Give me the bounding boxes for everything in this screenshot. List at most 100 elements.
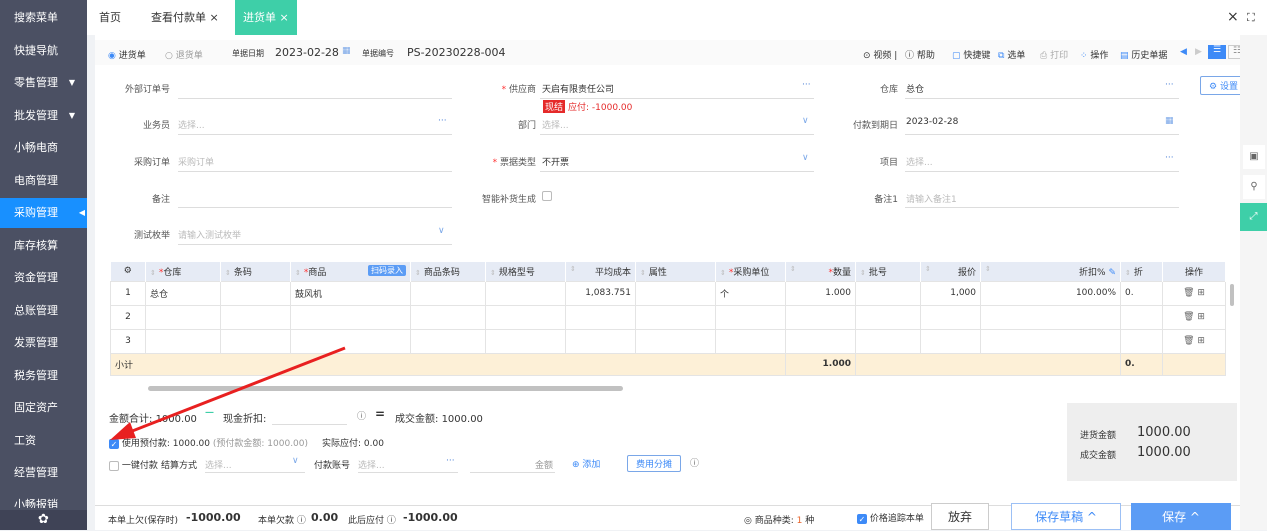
cell-batch[interactable] <box>855 280 921 306</box>
video-button[interactable]: ⊙ 视频 | <box>863 48 897 61</box>
cell-discount-amt[interactable]: 0. <box>1120 280 1163 306</box>
col-spec[interactable]: ⇕ 规格型号 <box>485 262 566 281</box>
cell-attribute[interactable] <box>635 280 716 306</box>
checkbox-checked-icon[interactable]: ✓ <box>857 513 867 524</box>
dept-input[interactable]: 选择... <box>542 118 569 131</box>
clerk-input[interactable]: 选择... <box>178 118 205 131</box>
vertical-scrollbar[interactable] <box>1230 284 1234 306</box>
cell-qty[interactable]: 1.000 <box>785 280 856 306</box>
col-avg-cost[interactable]: ⇕ 平均成本 <box>565 262 636 281</box>
ext-order-input[interactable] <box>178 98 452 99</box>
print-button[interactable]: ⎙ 打印 <box>1040 48 1068 61</box>
sidebar-item-purchase[interactable]: 采购管理 ◀ <box>0 198 87 228</box>
note1-input[interactable]: 请输入备注1 <box>906 192 957 205</box>
warehouse-input[interactable]: 总仓 <box>906 82 924 95</box>
smart-restock-checkbox[interactable] <box>542 191 552 201</box>
tab-home[interactable]: 首页 <box>99 0 121 35</box>
col-warehouse[interactable]: ⇕ *仓库 <box>145 262 221 281</box>
price-track[interactable]: ✓ 价格追踪本单 <box>857 511 924 524</box>
amount-input[interactable]: 金额 <box>535 458 553 471</box>
col-unit[interactable]: ⇕ *采购单位 <box>715 262 786 281</box>
save-button[interactable]: 保存 ^ <box>1131 503 1231 530</box>
sidebar-item-search-menu[interactable]: 搜索菜单 <box>0 3 87 33</box>
insert-row-icon[interactable]: ⊞ <box>1197 336 1205 346</box>
more-icon[interactable]: ··· <box>1165 80 1174 90</box>
prev-icon[interactable]: ◀ <box>1180 47 1187 57</box>
project-input[interactable]: 选择... <box>906 155 933 168</box>
col-attribute[interactable]: ⇕ 属性 <box>635 262 716 281</box>
sidebar-item-inventory[interactable]: 库存核算 <box>0 231 87 261</box>
cost-split-button[interactable]: 费用分摊 <box>627 455 682 472</box>
date-value[interactable]: 2023-02-28 <box>275 46 339 59</box>
tab-purchase-receipt[interactable]: 进货单 × <box>235 0 297 35</box>
delete-icon[interactable]: 🗑 <box>1183 312 1194 322</box>
help-icon[interactable]: ⓘ <box>690 456 699 469</box>
sidebar-item-quick-nav[interactable]: 快捷导航 <box>0 36 87 66</box>
cell-product[interactable]: 鼓风机 <box>290 280 411 306</box>
operations-button[interactable]: ⁘ 操作 <box>1080 48 1108 61</box>
sidebar-item-invoice[interactable]: 发票管理 <box>0 328 87 358</box>
radio-purchase[interactable]: ◉ 进货单 <box>108 48 146 61</box>
shortcut-button[interactable]: ▢ 快捷键 <box>952 48 990 61</box>
po-input[interactable]: 采购订单 <box>178 155 214 168</box>
sidebar-item-retail[interactable]: 零售管理 ▼ <box>0 68 87 98</box>
list-view-icon[interactable]: ☰ <box>1208 45 1226 59</box>
fullscreen-icon[interactable]: ⛶ <box>1247 0 1255 35</box>
select-order-button[interactable]: ⧉ 选单 <box>998 48 1025 61</box>
checkbox-icon[interactable] <box>109 460 119 471</box>
due-input[interactable]: 2023-02-28 <box>906 117 958 127</box>
more-icon[interactable]: ··· <box>446 456 455 466</box>
sidebar-item-tax[interactable]: 税务管理 <box>0 361 87 391</box>
save-draft-button[interactable]: 保存草稿 ^ <box>1011 503 1121 530</box>
insert-row-icon[interactable]: ⊞ <box>1197 288 1205 298</box>
invoice-type-select[interactable]: 不开票 <box>542 155 569 168</box>
close-icon[interactable]: × <box>1227 0 1239 35</box>
draft-icon[interactable]: ▣ <box>1243 145 1265 169</box>
col-price[interactable]: ⇕ 报价 <box>920 262 981 281</box>
expand-icon[interactable]: ⤢ <box>1240 203 1267 231</box>
cell-spec[interactable] <box>485 280 566 306</box>
col-qty[interactable]: ⇕ *数量 <box>785 262 856 281</box>
cell-warehouse[interactable]: 总仓 <box>145 280 221 306</box>
col-discount[interactable]: ⇕ 折扣% ✎ <box>980 262 1121 281</box>
cell-unit[interactable]: 个 <box>715 280 786 306</box>
discard-button[interactable]: 放弃 <box>931 503 989 530</box>
more-icon[interactable]: ··· <box>438 116 447 126</box>
sidebar-item-expense[interactable]: 小畅报销 <box>0 490 87 508</box>
cell-discount[interactable]: 100.00% <box>980 280 1121 306</box>
col-product[interactable]: ⇕ *商品 扫码录入 <box>290 262 411 281</box>
calendar-icon[interactable]: ▦ <box>1165 116 1174 126</box>
next-icon[interactable]: ▶ <box>1195 47 1202 57</box>
delete-icon[interactable]: 🗑 <box>1183 288 1194 298</box>
help-button[interactable]: ⓘ 帮助 <box>905 48 935 61</box>
col-batch[interactable]: ⇕ 批号 <box>855 262 921 281</box>
sidebar-item-funds[interactable]: 资金管理 <box>0 263 87 293</box>
radio-return[interactable]: ○ 退货单 <box>165 48 203 61</box>
sidebar-item-assets[interactable]: 固定资产 <box>0 393 87 423</box>
more-icon[interactable]: ··· <box>1165 153 1174 163</box>
insert-row-icon[interactable]: ⊞ <box>1197 312 1205 322</box>
sidebar-item-business[interactable]: 经营管理 <box>0 458 87 488</box>
note-input[interactable] <box>178 207 452 208</box>
chevron-down-icon[interactable]: ∨ <box>802 153 809 163</box>
edit-icon[interactable]: ✎ <box>1108 268 1116 278</box>
cell-product-barcode[interactable] <box>410 280 486 306</box>
tab-payment-view[interactable]: 查看付款单 × <box>151 0 219 35</box>
settings-gear-icon[interactable]: ✿ <box>0 510 87 530</box>
history-button[interactable]: ▤ 历史单据 <box>1120 48 1167 61</box>
more-icon[interactable]: ··· <box>802 80 811 90</box>
enum-select[interactable]: 请输入测试枚举 <box>178 228 241 241</box>
cell-price[interactable]: 1,000 <box>920 280 981 306</box>
chevron-down-icon[interactable]: ∨ <box>802 116 809 126</box>
calendar-icon[interactable]: ▦ <box>342 46 351 56</box>
cell-barcode[interactable] <box>220 280 291 306</box>
sidebar-item-ledger[interactable]: 总账管理 <box>0 296 87 326</box>
account-input[interactable]: 选择... <box>358 458 385 471</box>
settle-select[interactable]: 选择... <box>205 458 232 471</box>
add-button[interactable]: ⊕ 添加 <box>572 457 600 470</box>
supplier-input[interactable]: 天启有限责任公司 <box>542 82 614 95</box>
chevron-down-icon[interactable]: ∨ <box>292 456 299 466</box>
sidebar-item-xc-ecommerce[interactable]: 小畅电商 <box>0 133 87 163</box>
attachment-icon[interactable]: ⚲ <box>1243 175 1265 199</box>
col-barcode[interactable]: ⇕ 条码 <box>220 262 291 281</box>
